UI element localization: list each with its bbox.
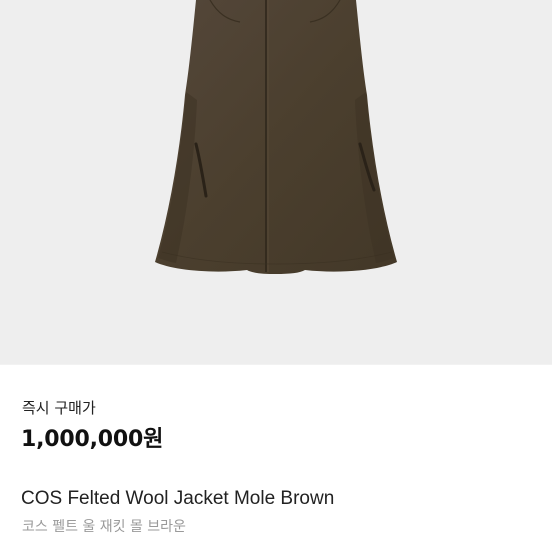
product-image[interactable] bbox=[0, 0, 552, 364]
product-subtitle: 코스 펠트 울 재킷 몰 브라운 bbox=[22, 519, 186, 535]
instant-purchase-label: 즉시 구매가 bbox=[22, 399, 96, 417]
product-title[interactable]: COS Felted Wool Jacket Mole Brown bbox=[21, 487, 334, 511]
divider bbox=[0, 364, 552, 365]
jacket-illustration bbox=[155, 0, 397, 274]
price: 1,000,000원 bbox=[21, 427, 164, 452]
